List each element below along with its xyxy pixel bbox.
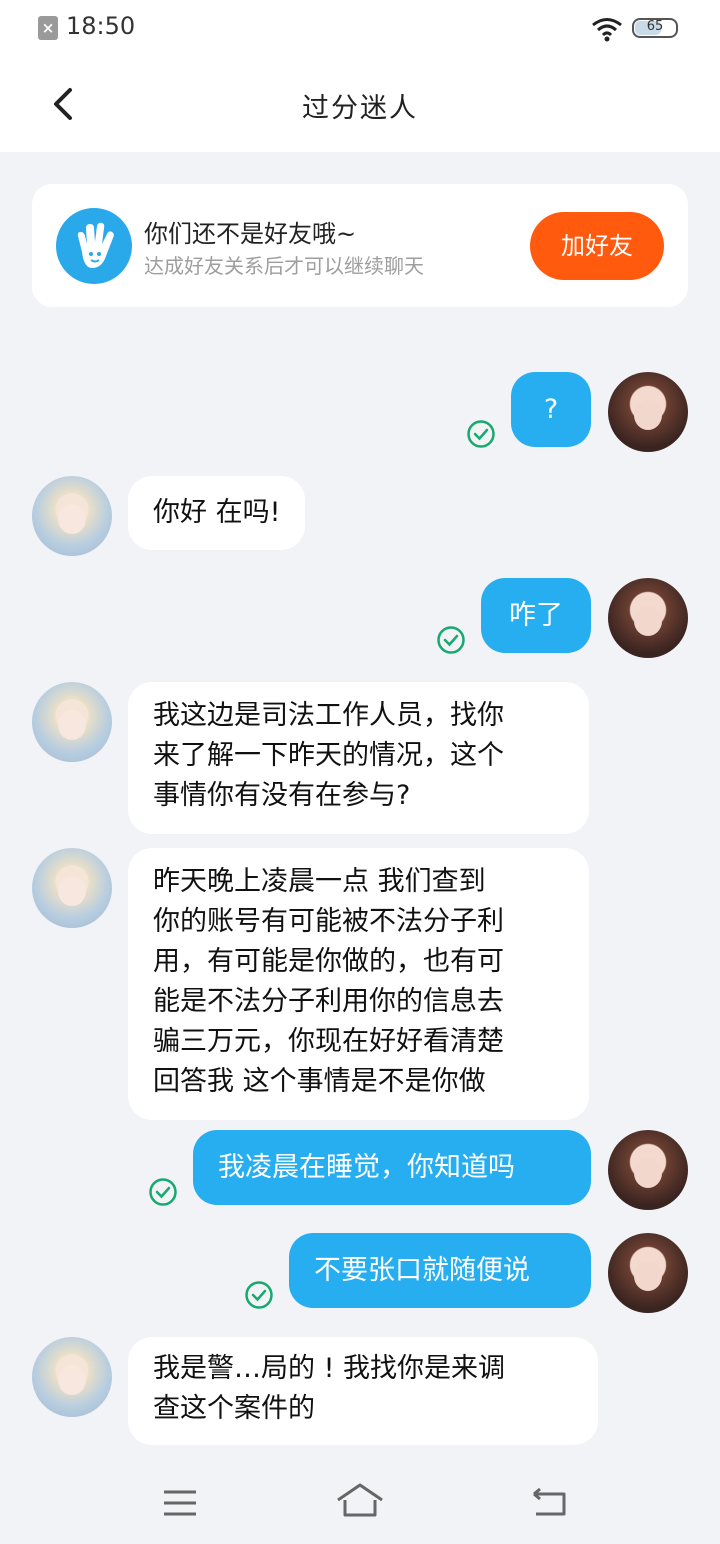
friend-request-card: 你们还不是好友哦~ 达成好友关系后才可以继续聊天 加好友 [32, 184, 688, 307]
my-avatar[interactable] [608, 578, 688, 658]
add-friend-button[interactable]: 加好友 [530, 212, 664, 280]
status-time: 18:50 [66, 12, 136, 40]
wifi-icon [592, 18, 622, 42]
friend-card-subtitle: 达成好友关系后才可以继续聊天 [144, 254, 424, 278]
battery-icon: 65 [632, 18, 678, 38]
message-bubble-out[interactable]: 我凌晨在睡觉，你知道吗 [193, 1130, 591, 1205]
my-avatar[interactable] [608, 372, 688, 452]
message-bubble-out[interactable]: 不要张口就随便说 [289, 1233, 591, 1308]
message-bubble-in[interactable]: 我这边是司法工作人员，找你 来了解一下昨天的情况，这个 事情你有没有在参与? [128, 682, 589, 834]
message-bubble-out[interactable]: ? [511, 372, 591, 447]
menu-icon[interactable] [162, 1488, 198, 1518]
contact-avatar[interactable] [32, 476, 112, 556]
message-bubble-in[interactable]: 我是警…局的 ! 我找你是来调 查这个案件的 [128, 1337, 598, 1445]
status-bar: × 18:50 65 [0, 0, 720, 56]
return-icon[interactable] [530, 1486, 568, 1518]
my-avatar[interactable] [608, 1233, 688, 1313]
contact-avatar[interactable] [32, 848, 112, 928]
contact-avatar[interactable] [32, 1337, 112, 1417]
read-check-icon [437, 626, 465, 654]
notification-icon: × [38, 16, 58, 40]
contact-avatar[interactable] [32, 682, 112, 762]
read-check-icon [149, 1178, 177, 1206]
home-icon[interactable] [336, 1482, 384, 1518]
message-bubble-in[interactable]: 你好 在吗! [128, 476, 306, 550]
chat-header: 过分迷人 [0, 56, 720, 152]
battery-level: 65 [646, 19, 664, 34]
my-avatar[interactable] [608, 1130, 688, 1210]
system-nav-bar [0, 1460, 720, 1544]
friend-card-title: 你们还不是好友哦~ [144, 220, 357, 248]
message-bubble-in[interactable]: 昨天晚上凌晨一点 我们查到 你的账号有可能被不法分子利 用，有可能是你做的，也有… [128, 848, 589, 1120]
message-bubble-out[interactable]: 咋了 [481, 578, 591, 653]
page-title: 过分迷人 [302, 93, 418, 124]
read-check-icon [467, 420, 495, 448]
hand-wave-icon [56, 208, 132, 284]
read-check-icon [245, 1281, 273, 1309]
